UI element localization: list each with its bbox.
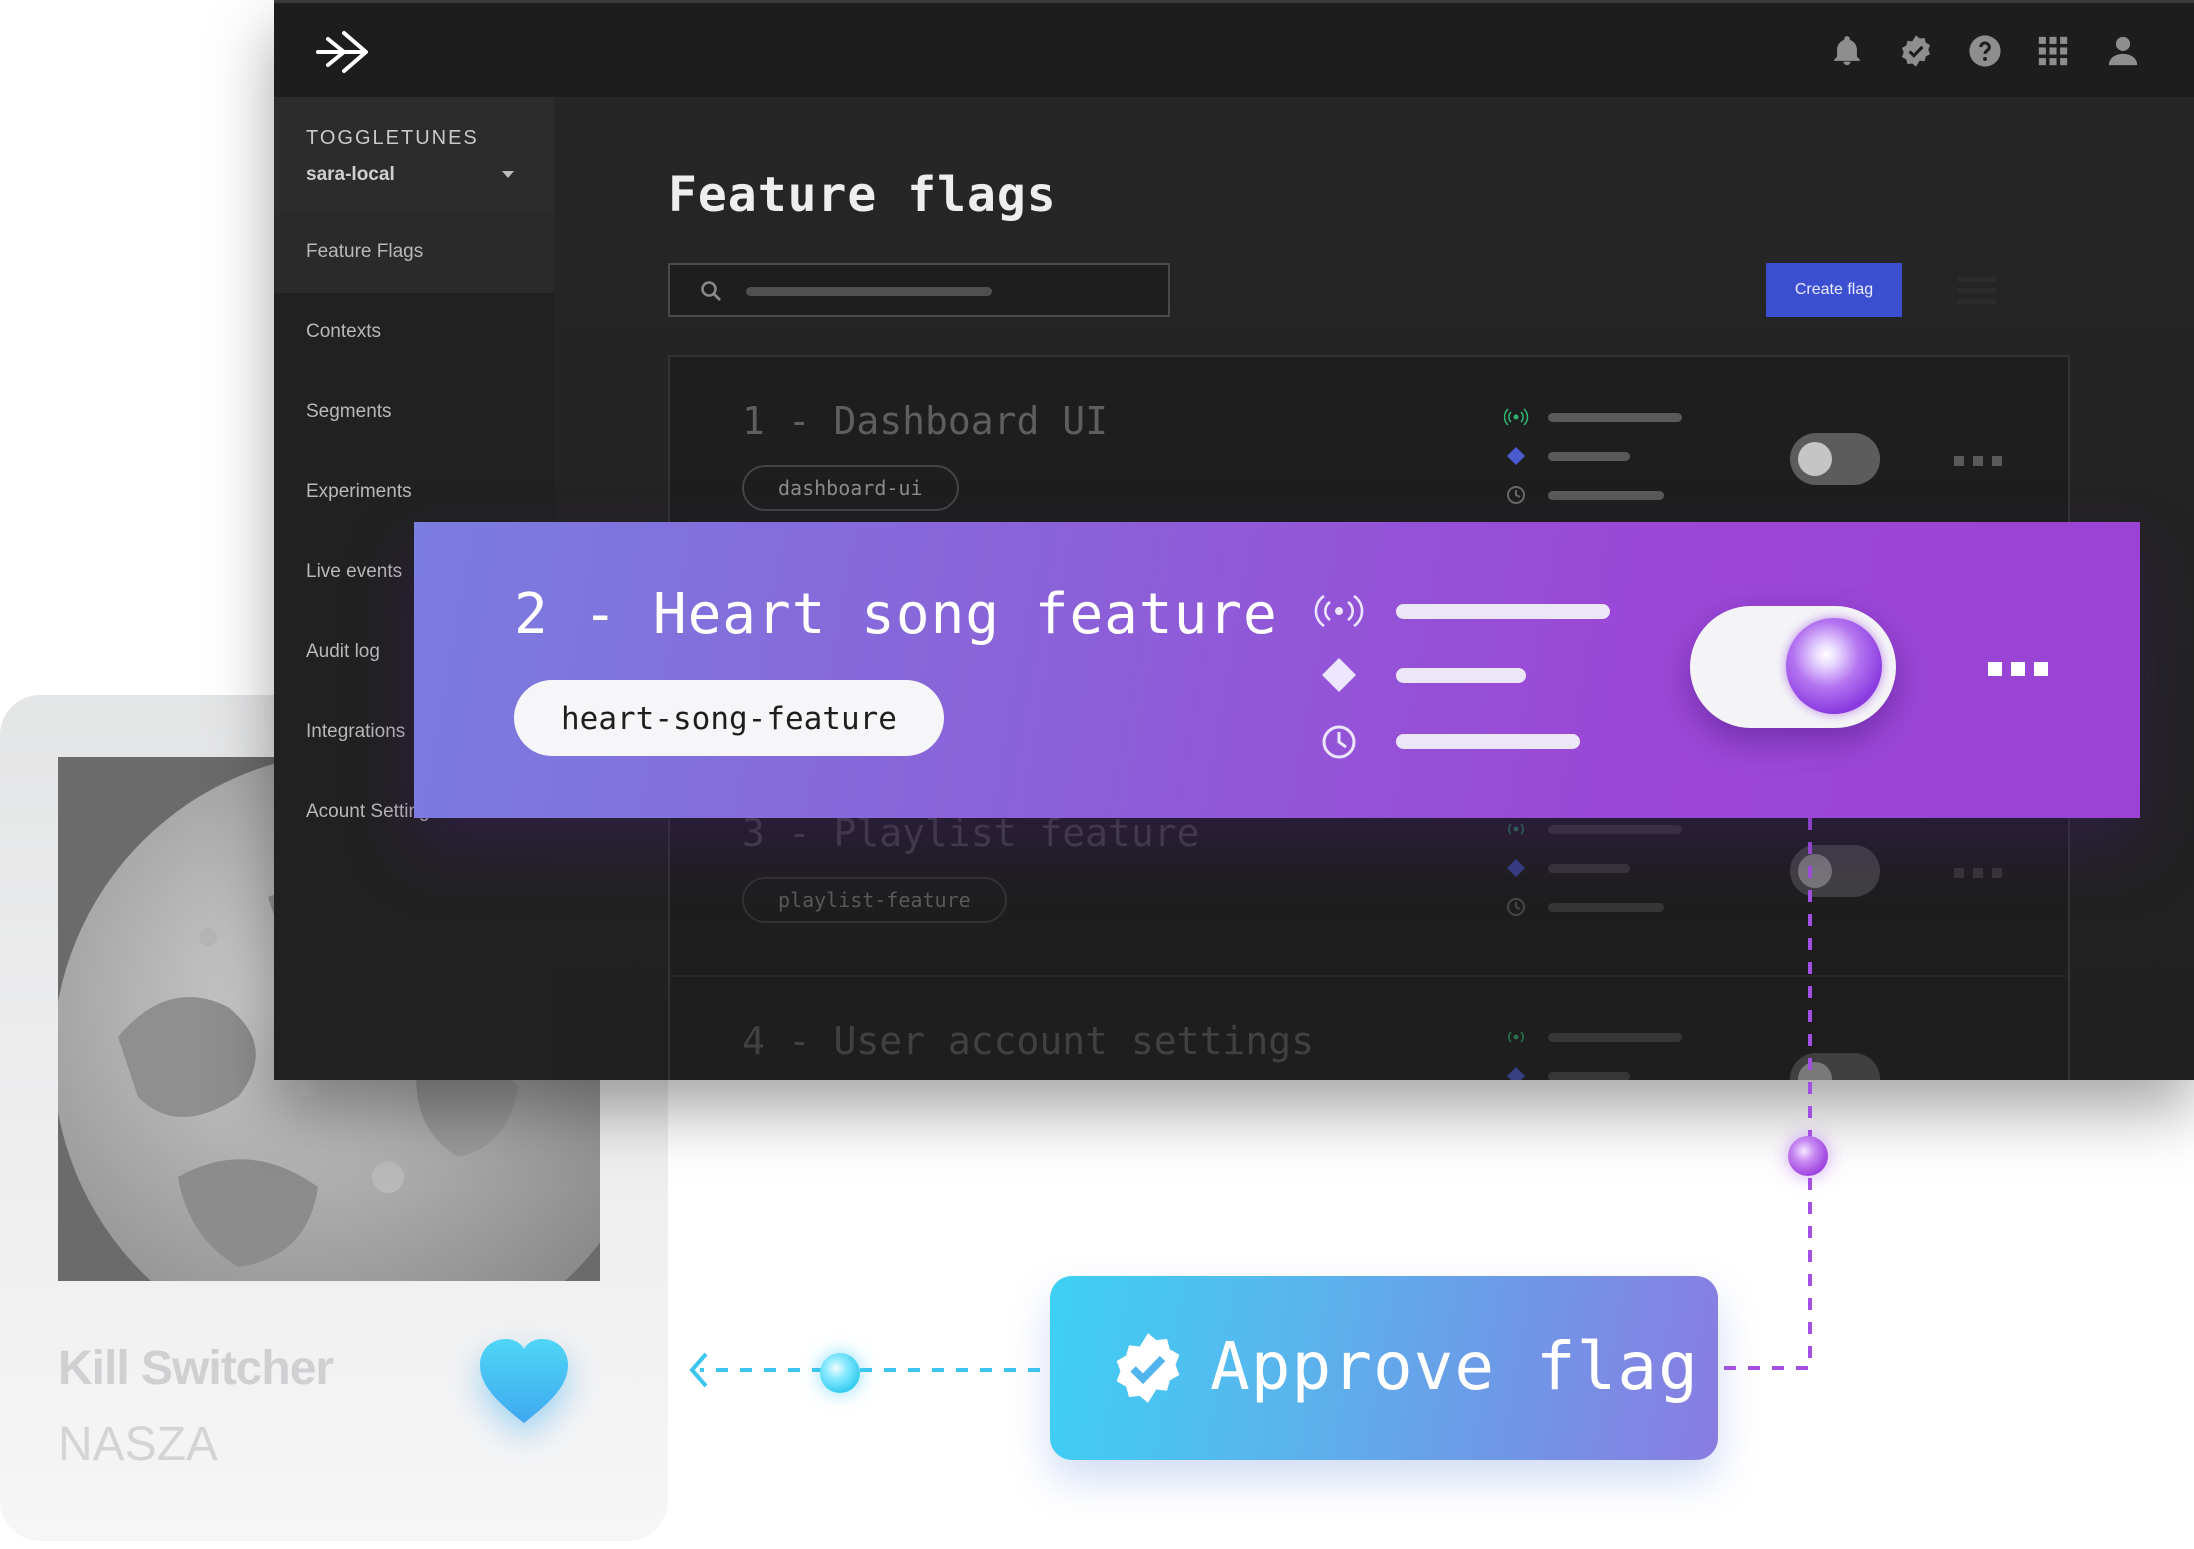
sidebar-item-label: Feature Flags	[306, 241, 424, 262]
sidebar-item-feature-flags[interactable]: Feature Flags	[274, 213, 554, 293]
flag-key-pill: heart-song-feature	[514, 680, 944, 756]
sidebar-item-label: Experiments	[306, 481, 412, 502]
apps-grid-icon[interactable]	[2036, 34, 2070, 68]
sidebar-item-segments[interactable]: Segments	[274, 373, 554, 453]
diamond-icon	[1322, 658, 1356, 692]
song-title: Kill Switcher	[58, 1342, 334, 1395]
more-options-icon[interactable]	[1988, 662, 2048, 676]
flag-meta	[1503, 407, 1704, 507]
help-icon[interactable]	[1968, 34, 2002, 68]
broadcast-icon	[1508, 823, 1524, 835]
chevron-down-icon[interactable]	[502, 171, 514, 178]
cyan-node-dot	[820, 1353, 860, 1393]
toggle-knob	[1798, 854, 1832, 888]
clock-icon	[1507, 898, 1525, 916]
sidebar-item-label: Live events	[306, 561, 403, 582]
flag-key-pill: playlist-feature	[742, 877, 1007, 923]
sidebar-item-label: Segments	[306, 401, 392, 422]
approve-flag-button[interactable]: Approve flag	[1050, 1276, 1718, 1460]
toggle-knob	[1798, 442, 1832, 476]
environment-selector[interactable]: TOGGLETUNES sara-local	[274, 97, 554, 213]
toggle-knob	[1798, 1062, 1832, 1080]
search-input[interactable]	[668, 263, 1170, 317]
heart-icon[interactable]	[476, 1335, 572, 1431]
toggle-knob	[1786, 618, 1882, 714]
flag-toggle-on[interactable]	[1690, 606, 1896, 728]
sidebar-item-label: Audit log	[306, 641, 380, 662]
flag-title: 2 - Heart song feature	[514, 582, 1278, 647]
sidebar-item-label: Contexts	[306, 321, 381, 342]
clock-icon	[1322, 725, 1356, 759]
diamond-icon	[1507, 447, 1525, 465]
user-icon[interactable]	[2106, 34, 2140, 68]
flag-title: 1 - Dashboard UI	[742, 399, 1109, 443]
flag-key-pill: dashboard-ui	[742, 465, 959, 511]
environment-name: sara-local	[306, 164, 395, 185]
page-title: Feature flags	[668, 167, 1057, 223]
more-options-icon[interactable]	[1954, 865, 2002, 878]
search-icon	[700, 280, 722, 302]
flag-toggle[interactable]	[1790, 1053, 1880, 1080]
flag-row[interactable]: 4 - User account settings	[670, 977, 2068, 1080]
flag-title: 4 - User account settings	[742, 1019, 1314, 1063]
top-bar	[274, 0, 2194, 100]
flag-meta	[1504, 1027, 1704, 1080]
highlighted-flag-row[interactable]: 2 - Heart song feature heart-song-featur…	[414, 522, 2140, 818]
verified-badge-icon	[1110, 1330, 1186, 1406]
purple-node-dot	[1788, 1136, 1828, 1176]
chevron-left-icon	[689, 1352, 708, 1388]
flag-meta	[1504, 819, 1704, 919]
approve-flag-label: Approve flag	[1210, 1328, 1699, 1405]
sidebar-item-contexts[interactable]: Contexts	[274, 293, 554, 373]
flag-toggle[interactable]	[1790, 845, 1880, 897]
flag-meta	[1314, 588, 1644, 764]
diamond-icon	[1507, 859, 1525, 877]
sidebar-item-label: Integrations	[306, 721, 406, 742]
more-options-icon[interactable]	[1954, 453, 2002, 466]
bell-icon[interactable]	[1830, 34, 1864, 68]
flag-toggle[interactable]	[1790, 433, 1880, 485]
list-view-icon[interactable]	[1958, 275, 1996, 305]
broadcast-icon	[1503, 408, 1529, 426]
clock-icon	[1507, 486, 1525, 504]
diamond-icon	[1507, 1067, 1525, 1080]
search-placeholder-bar	[746, 287, 992, 296]
broadcast-icon	[1508, 1031, 1524, 1043]
create-flag-button[interactable]: Create flag	[1766, 263, 1902, 317]
arrow-logo-icon[interactable]	[314, 29, 370, 75]
sidebar-item-experiments[interactable]: Experiments	[274, 453, 554, 533]
verified-badge-icon[interactable]	[1899, 34, 1933, 68]
org-name: TOGGLETUNES	[306, 127, 479, 149]
artist-name: NASZA	[58, 1418, 219, 1471]
